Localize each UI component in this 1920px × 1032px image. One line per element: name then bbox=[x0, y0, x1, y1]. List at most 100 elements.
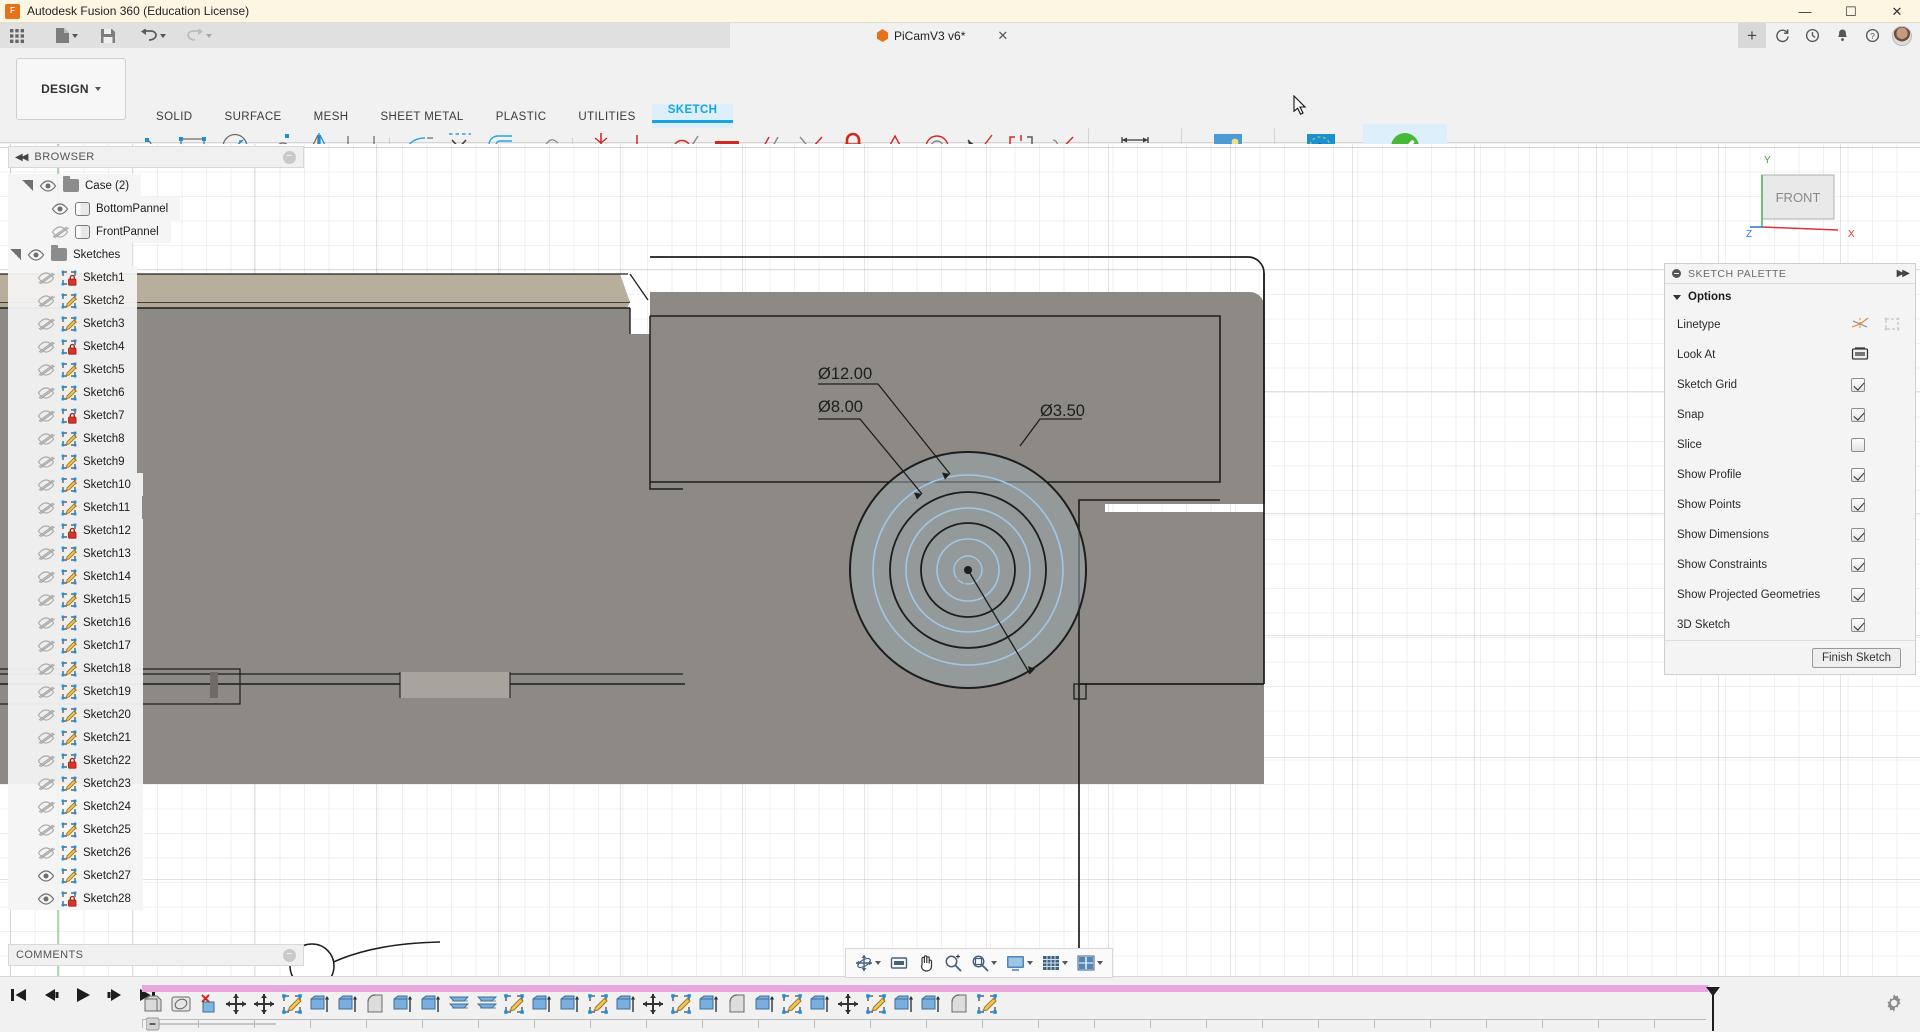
visibility-hidden-icon[interactable] bbox=[37, 685, 55, 699]
timeline-zoom-slider[interactable] bbox=[145, 1017, 276, 1031]
browser-item-sketch7[interactable]: Sketch7 bbox=[8, 404, 137, 427]
browser-item-sketch28[interactable]: Sketch28 bbox=[8, 887, 143, 910]
visibility-hidden-icon[interactable] bbox=[37, 363, 55, 377]
checkbox-sketch-grid[interactable] bbox=[1851, 378, 1865, 392]
timeline-feature-fillet[interactable] bbox=[726, 993, 748, 1015]
timeline-feature-fillet[interactable] bbox=[948, 993, 970, 1015]
checkbox-show-profile[interactable] bbox=[1851, 468, 1865, 482]
browser-expand-button[interactable]: − bbox=[282, 150, 296, 164]
visibility-hidden-icon[interactable] bbox=[37, 340, 55, 354]
visibility-hidden-icon[interactable] bbox=[37, 570, 55, 584]
timeline-feature-extrude[interactable] bbox=[920, 993, 942, 1015]
browser-item-sketch5[interactable]: Sketch5 bbox=[8, 358, 137, 381]
timeline-feature-extrude[interactable] bbox=[392, 993, 414, 1015]
browser-item-sketch13[interactable]: Sketch13 bbox=[8, 542, 143, 565]
expand-right-icon[interactable]: ▶▶ bbox=[1897, 268, 1910, 279]
browser-item-sketch9[interactable]: Sketch9 bbox=[8, 450, 137, 473]
browser-item-sketch15[interactable]: Sketch15 bbox=[8, 588, 143, 611]
browser-item-sketch27[interactable]: Sketch27 bbox=[8, 864, 143, 887]
visibility-eye-icon[interactable] bbox=[37, 869, 55, 883]
visibility-eye-icon[interactable] bbox=[51, 202, 69, 216]
visibility-hidden-icon[interactable] bbox=[37, 501, 55, 515]
collapse-left-icon[interactable]: ◀◀ bbox=[15, 152, 28, 163]
minimize-icon[interactable] bbox=[1672, 269, 1681, 278]
timeline-feature-sketch[interactable] bbox=[281, 993, 303, 1015]
timeline-feature-extrude[interactable] bbox=[337, 993, 359, 1015]
browser-item-sketch3[interactable]: Sketch3 bbox=[8, 312, 137, 335]
browser-item-sketch17[interactable]: Sketch17 bbox=[8, 634, 143, 657]
browser-item-sketch12[interactable]: Sketch12 bbox=[8, 519, 143, 542]
timeline-feature-extrude[interactable] bbox=[309, 993, 331, 1015]
browser-item-sketch18[interactable]: Sketch18 bbox=[8, 657, 143, 680]
visibility-hidden-icon[interactable] bbox=[37, 478, 55, 492]
help-icon[interactable]: ? bbox=[1858, 23, 1886, 48]
checkbox-show-projected-geometries[interactable] bbox=[1851, 588, 1865, 602]
options-section-header[interactable]: Options bbox=[1665, 284, 1915, 310]
timeline-feature-extrude[interactable] bbox=[809, 993, 831, 1015]
viewports-icon[interactable] bbox=[1073, 950, 1107, 976]
timeline-feature-extrude[interactable] bbox=[559, 993, 581, 1015]
visibility-hidden-icon[interactable] bbox=[37, 294, 55, 308]
checkbox-slice[interactable] bbox=[1851, 438, 1865, 452]
visibility-hidden-icon[interactable] bbox=[37, 616, 55, 630]
timeline-feature-extrude[interactable] bbox=[420, 993, 442, 1015]
browser-item-sketch16[interactable]: Sketch16 bbox=[8, 611, 143, 634]
user-avatar[interactable] bbox=[1888, 23, 1916, 48]
visibility-hidden-icon[interactable] bbox=[37, 317, 55, 331]
workspace-switcher[interactable]: DESIGN bbox=[16, 58, 126, 120]
visibility-hidden-icon[interactable] bbox=[37, 662, 55, 676]
browser-item-sketch6[interactable]: Sketch6 bbox=[8, 381, 137, 404]
browser-item-sketch8[interactable]: Sketch8 bbox=[8, 427, 137, 450]
checkbox-show-points[interactable] bbox=[1851, 498, 1865, 512]
timeline-feature-move-copy[interactable] bbox=[253, 993, 275, 1015]
close-tab-button[interactable]: ✕ bbox=[997, 28, 1008, 44]
timeline-feature-extrude[interactable] bbox=[615, 993, 637, 1015]
comments-expand-button[interactable]: − bbox=[283, 948, 296, 962]
checkbox-3d-sketch[interactable] bbox=[1851, 618, 1865, 632]
zoom-window-icon[interactable] bbox=[967, 950, 1001, 976]
visibility-eye-icon[interactable] bbox=[37, 892, 55, 906]
document-tab[interactable]: PiCamV3 v6* ✕ bbox=[865, 23, 1018, 48]
browser-item-sketch4[interactable]: Sketch4 bbox=[8, 335, 137, 358]
look-at-button[interactable] bbox=[1851, 346, 1869, 365]
refresh-icon[interactable] bbox=[1768, 23, 1796, 48]
visibility-hidden-icon[interactable] bbox=[37, 800, 55, 814]
browser-item-case-2[interactable]: Case (2) bbox=[8, 174, 142, 197]
visibility-hidden-icon[interactable] bbox=[37, 455, 55, 469]
visibility-hidden-icon[interactable] bbox=[37, 271, 55, 285]
timeline-feature-body-feature[interactable] bbox=[142, 993, 164, 1015]
visibility-hidden-icon[interactable] bbox=[37, 409, 55, 423]
visibility-eye-icon[interactable] bbox=[39, 179, 57, 193]
browser-item-sketch1[interactable]: Sketch1 bbox=[8, 266, 137, 289]
browser-item-sketch23[interactable]: Sketch23 bbox=[8, 772, 143, 795]
view-cube[interactable]: FRONT Y Z X bbox=[1744, 145, 1864, 241]
orbit-icon[interactable] bbox=[851, 950, 885, 976]
close-button[interactable]: ✕ bbox=[1874, 0, 1920, 23]
timeline-feature-move-copy[interactable] bbox=[642, 993, 664, 1015]
expand-triangle-icon[interactable] bbox=[22, 180, 33, 191]
visibility-hidden-icon[interactable] bbox=[37, 846, 55, 860]
finish-sketch-palette-button[interactable]: Finish Sketch bbox=[1811, 647, 1901, 668]
timeline-feature-sketch[interactable] bbox=[976, 993, 998, 1015]
checkbox-show-constraints[interactable] bbox=[1851, 558, 1865, 572]
timeline-feature-mirror[interactable] bbox=[476, 993, 498, 1015]
browser-item-bottompannel[interactable]: BottomPannel bbox=[8, 197, 181, 220]
visibility-hidden-icon[interactable] bbox=[37, 593, 55, 607]
linetype-construction-icon[interactable] bbox=[1851, 316, 1869, 335]
save-icon[interactable] bbox=[96, 25, 120, 47]
undo-icon[interactable] bbox=[136, 25, 170, 47]
browser-item-sketch2[interactable]: Sketch2 bbox=[8, 289, 137, 312]
browser-item-sketch22[interactable]: Sketch22 bbox=[8, 749, 143, 772]
timeline-feature-move-copy[interactable] bbox=[837, 993, 859, 1015]
visibility-hidden-icon[interactable] bbox=[37, 432, 55, 446]
display-settings-icon[interactable] bbox=[1002, 950, 1037, 976]
timeline-feature-extrude[interactable] bbox=[531, 993, 553, 1015]
gear-icon[interactable] bbox=[1884, 993, 1904, 1018]
browser-item-sketch19[interactable]: Sketch19 bbox=[8, 680, 143, 703]
browser-item-sketch20[interactable]: Sketch20 bbox=[8, 703, 143, 726]
minimize-button[interactable]: — bbox=[1782, 0, 1828, 23]
expand-triangle-icon[interactable] bbox=[10, 249, 21, 260]
pan-hand-icon[interactable] bbox=[913, 950, 939, 976]
linetype-centerline-icon[interactable] bbox=[1883, 316, 1901, 335]
new-document-icon[interactable] bbox=[51, 25, 82, 47]
